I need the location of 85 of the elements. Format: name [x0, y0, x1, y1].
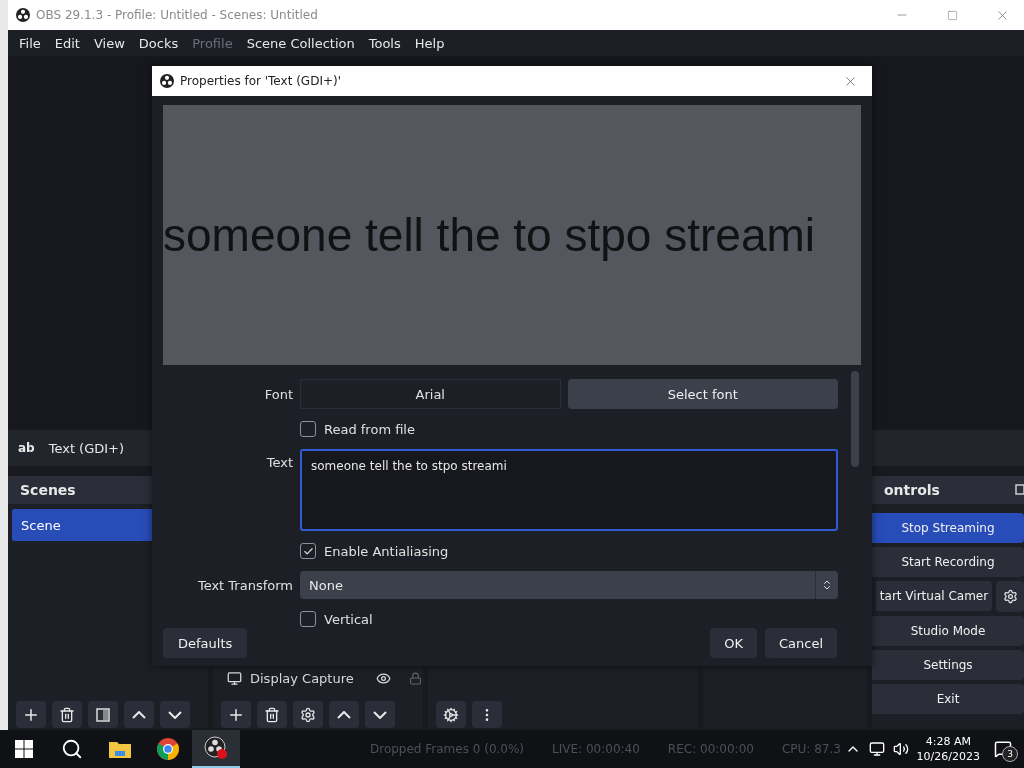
trash-icon — [59, 706, 75, 723]
delete-button[interactable] — [257, 701, 287, 728]
clock[interactable]: 4:28 AM 10/26/2023 — [916, 734, 980, 764]
menu-item[interactable]: File — [12, 35, 48, 51]
control-button[interactable]: tart Virtual Camer — [876, 581, 992, 611]
status-text: Dropped Frames 0 (0.0%) — [370, 742, 525, 756]
add-button[interactable] — [16, 701, 46, 728]
control-button[interactable]: Stop Streaming — [872, 513, 1024, 543]
notifications-button[interactable]: 3 — [988, 734, 1018, 764]
obs-taskbar-button[interactable] — [192, 730, 240, 768]
obs-logo-icon — [160, 74, 174, 88]
lock-icon[interactable] — [408, 671, 422, 685]
filter-icon — [96, 707, 110, 722]
notification-count: 3 — [1002, 746, 1018, 762]
select-font-button[interactable]: Select font — [567, 379, 838, 409]
checkbox-label: Read from file — [324, 421, 415, 437]
folder-icon — [109, 740, 131, 758]
text-input-field[interactable]: someone tell the to stpo streami — [300, 449, 838, 531]
windows-logo-icon — [15, 740, 33, 758]
undock-icon[interactable] — [1014, 483, 1024, 497]
settings-button[interactable] — [293, 701, 323, 728]
maximize-icon — [946, 9, 958, 21]
text-transform-select[interactable]: None — [300, 571, 838, 599]
browser-logo-icon — [157, 738, 179, 760]
control-button[interactable]: Studio Mode — [872, 616, 1024, 646]
font-name-display: Arial — [300, 379, 561, 409]
move-up-button[interactable] — [124, 701, 154, 728]
spinner-icon — [821, 579, 833, 591]
control-button[interactable]: Exit — [872, 684, 1024, 714]
field-label: Font — [263, 386, 293, 402]
move-down-button[interactable] — [365, 701, 395, 728]
menu-item[interactable]: View — [86, 35, 132, 51]
ok-button[interactable]: OK — [710, 628, 757, 658]
text-source-icon: ab — [18, 441, 35, 455]
status-text: REC: 00:00:00 — [667, 742, 754, 756]
network-icon[interactable] — [868, 741, 885, 757]
settings-icon — [300, 706, 316, 723]
dialog-title: Properties for 'Text (GDI+)' — [180, 74, 342, 88]
settings-icon — [1002, 589, 1018, 604]
move-up-button[interactable] — [329, 701, 359, 728]
chevron-up-icon — [337, 710, 351, 719]
move-down-button[interactable] — [160, 701, 190, 728]
dock-title: ontrols — [884, 482, 940, 498]
check-icon — [302, 545, 314, 557]
menu-item[interactable]: Help — [407, 35, 452, 51]
menu-item[interactable]: Scene Collection — [239, 35, 362, 51]
defaults-button[interactable]: Defaults — [163, 628, 248, 658]
checkbox-label: Enable Antialiasing — [324, 543, 449, 559]
field-label: Text Transform — [196, 577, 293, 593]
filter-button[interactable] — [88, 701, 118, 728]
gears-icon — [443, 706, 459, 723]
checkbox[interactable] — [300, 611, 316, 627]
message-icon — [994, 740, 1012, 758]
chevron-up-icon — [132, 710, 146, 719]
control-button[interactable]: Settings — [872, 650, 1024, 680]
trash-icon — [264, 706, 280, 723]
menu-item[interactable]: Edit — [47, 35, 87, 51]
status-text: CPU: 87.3 — [781, 742, 841, 756]
volume-icon[interactable] — [892, 741, 909, 757]
chevron-down-icon — [168, 710, 182, 719]
checkbox-label: Vertical — [324, 611, 373, 627]
add-button[interactable] — [221, 701, 251, 728]
advanced-settings-button[interactable] — [436, 701, 466, 728]
menu-item[interactable]: Docks — [131, 35, 186, 51]
status-text: LIVE: 00:00:40 — [552, 742, 640, 756]
search-icon — [61, 738, 83, 760]
delete-button[interactable] — [52, 701, 82, 728]
source-item[interactable]: Display Capture — [250, 670, 354, 686]
control-button[interactable]: Start Recording — [872, 547, 1024, 577]
preview-text: someone tell the to stpo streami — [163, 208, 815, 262]
window-title: OBS 29.1.3 - Profile: Untitled - Scenes: Untitled — [36, 8, 319, 22]
checkbox[interactable] — [300, 421, 316, 437]
cancel-button[interactable]: Cancel — [764, 628, 837, 658]
obs-logo-icon — [204, 736, 228, 760]
obs-logo-icon — [16, 8, 30, 22]
menu-item[interactable]: Tools — [361, 35, 408, 51]
chevron-down-icon — [373, 710, 387, 719]
scrollbar-thumb[interactable] — [851, 371, 859, 467]
visibility-icon[interactable] — [375, 670, 391, 686]
field-label: Text — [265, 454, 293, 470]
dock-title: Scenes — [20, 482, 76, 498]
monitor-icon — [227, 670, 242, 686]
settings-button[interactable] — [996, 581, 1024, 612]
checkbox[interactable] — [300, 543, 316, 559]
source-name: Text (GDI+) — [48, 440, 125, 456]
